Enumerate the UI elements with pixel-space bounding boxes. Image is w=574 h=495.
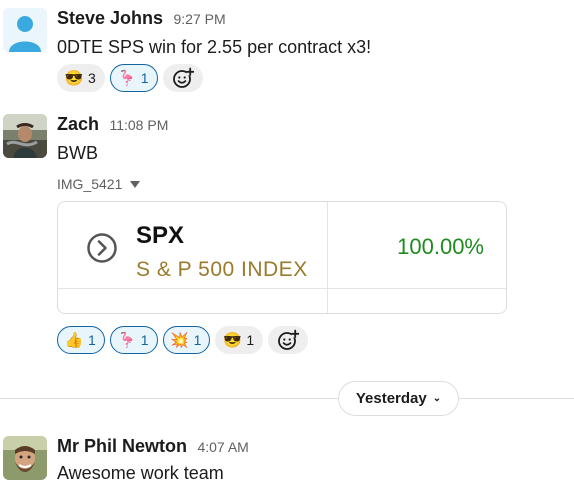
- avatar[interactable]: [3, 114, 47, 158]
- date-divider-line: [0, 398, 574, 399]
- circle-chevron-right-icon: [86, 232, 118, 269]
- flamingo-emoji-icon: 🦩: [117, 331, 137, 349]
- add-reaction-button[interactable]: [268, 326, 309, 354]
- timestamp[interactable]: 11:08 PM: [109, 117, 168, 133]
- author-name[interactable]: Steve Johns: [57, 8, 163, 28]
- reaction-sunglasses[interactable]: 😎 3: [57, 64, 105, 92]
- timestamp[interactable]: 9:27 PM: [174, 11, 226, 27]
- attachment-toggle[interactable]: IMG_5421: [57, 176, 141, 192]
- message-steve-johns: Steve Johns 9:27 PM 0DTE SPS win for 2.5…: [0, 0, 574, 100]
- message-text: 0DTE SPS win for 2.55 per contract x3!: [57, 37, 372, 57]
- index-name: S & P 500 INDEX: [136, 258, 308, 281]
- reaction-count: 1: [140, 332, 149, 348]
- reaction-thumbs-up[interactable]: 👍 1: [57, 326, 105, 354]
- divider: [58, 288, 506, 289]
- reaction-boom[interactable]: 💥 1: [162, 326, 211, 354]
- author-name[interactable]: Zach: [57, 114, 99, 134]
- date-divider-label: Yesterday: [355, 390, 427, 407]
- add-reaction-icon: [278, 329, 300, 350]
- attachment-filename: IMG_5421: [57, 176, 123, 192]
- reaction-count: 1: [140, 70, 149, 86]
- avatar[interactable]: [3, 436, 47, 480]
- author-name[interactable]: Mr Phil Newton: [57, 436, 187, 456]
- user-photo-icon: [3, 436, 47, 480]
- boom-emoji-icon: 💥: [170, 331, 189, 349]
- percent-value: 100.00%: [397, 234, 484, 259]
- reaction-count: 1: [246, 332, 255, 348]
- sunglasses-emoji-icon: 😎: [64, 69, 84, 87]
- reaction-count: 1: [193, 332, 202, 348]
- reaction-bar: 👍 1 🦩 1 💥 1 😎 1: [57, 326, 309, 354]
- user-photo-icon: [3, 114, 47, 158]
- reaction-flamingo[interactable]: 🦩 1: [109, 326, 158, 354]
- add-reaction-button[interactable]: [162, 64, 203, 92]
- image-attachment[interactable]: SPX S & P 500 INDEX 100.00%: [57, 201, 507, 314]
- reaction-count: 1: [88, 332, 96, 348]
- timestamp[interactable]: 4:07 AM: [197, 439, 248, 455]
- flamingo-emoji-icon: 🦩: [117, 69, 137, 87]
- default-user-icon: [3, 8, 47, 52]
- message-text: Awesome work team: [57, 463, 224, 483]
- date-divider-button[interactable]: Yesterday ⌄: [338, 381, 459, 416]
- divider: [327, 202, 328, 313]
- ticker-symbol: SPX: [136, 222, 185, 249]
- avatar[interactable]: [3, 8, 47, 52]
- reaction-flamingo[interactable]: 🦩 1: [109, 64, 158, 92]
- thumbs-up-emoji-icon: 👍: [64, 331, 84, 349]
- add-reaction-icon: [172, 67, 194, 88]
- reaction-bar: 😎 3 🦩 1: [57, 64, 203, 92]
- chevron-down-icon: ⌄: [432, 393, 442, 404]
- chevron-down-icon: [130, 180, 141, 188]
- reaction-sunglasses[interactable]: 😎 1: [215, 326, 264, 354]
- sunglasses-emoji-icon: 😎: [223, 331, 242, 349]
- message-text: BWB: [57, 143, 99, 163]
- reaction-count: 3: [88, 70, 96, 86]
